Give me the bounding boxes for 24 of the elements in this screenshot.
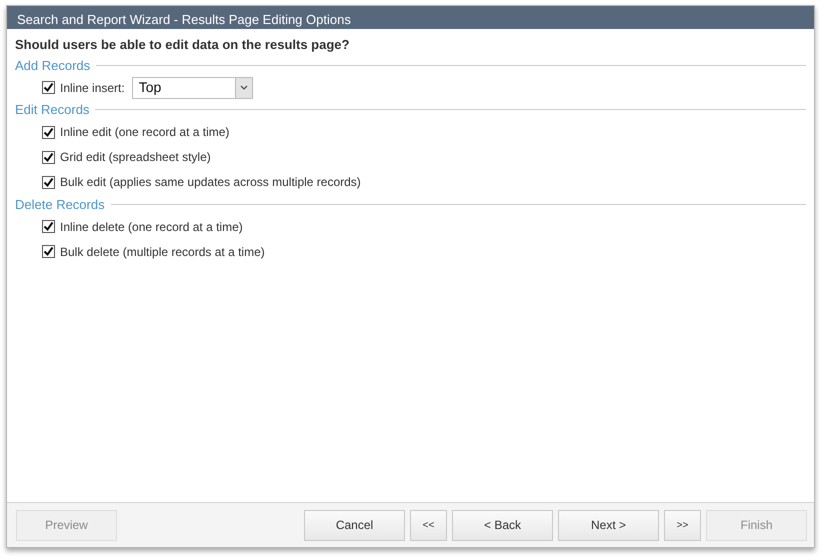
option-label: Inline delete (one record at a time) bbox=[60, 218, 243, 236]
wizard-button[interactable]: Next > bbox=[558, 510, 659, 540]
wizard-button[interactable]: < Back bbox=[452, 510, 553, 540]
wizard-button[interactable]: Cancel bbox=[304, 510, 405, 540]
checkbox[interactable] bbox=[42, 126, 55, 138]
option-label: Inline insert: bbox=[60, 80, 125, 96]
checkbox[interactable] bbox=[42, 81, 55, 94]
checkbox[interactable] bbox=[42, 245, 55, 258]
window-title: Search and Report Wizard - Results Page Editing Options bbox=[7, 6, 814, 29]
wizard-button[interactable]: << bbox=[410, 510, 447, 540]
caret-icon bbox=[240, 85, 248, 90]
section-title: Delete Records bbox=[15, 196, 105, 214]
section-title: Add Records bbox=[15, 56, 90, 74]
option-label: Bulk delete (multiple records at a time) bbox=[60, 244, 265, 260]
option-label: Inline edit (one record at a time) bbox=[60, 124, 230, 141]
section-title: Edit Records bbox=[15, 101, 90, 119]
option-label: Bulk edit (applies same updates across multiple records) bbox=[60, 174, 361, 191]
checkbox[interactable] bbox=[42, 150, 55, 164]
checkbox[interactable] bbox=[42, 220, 55, 233]
wizard-button[interactable]: >> bbox=[664, 510, 701, 540]
question-text: Should users be able to edit data on the results page? bbox=[15, 36, 350, 54]
dropdown[interactable]: Top bbox=[132, 76, 253, 98]
option-label: Grid edit (spreadsheet style) bbox=[60, 149, 211, 166]
checkbox[interactable] bbox=[42, 176, 55, 188]
